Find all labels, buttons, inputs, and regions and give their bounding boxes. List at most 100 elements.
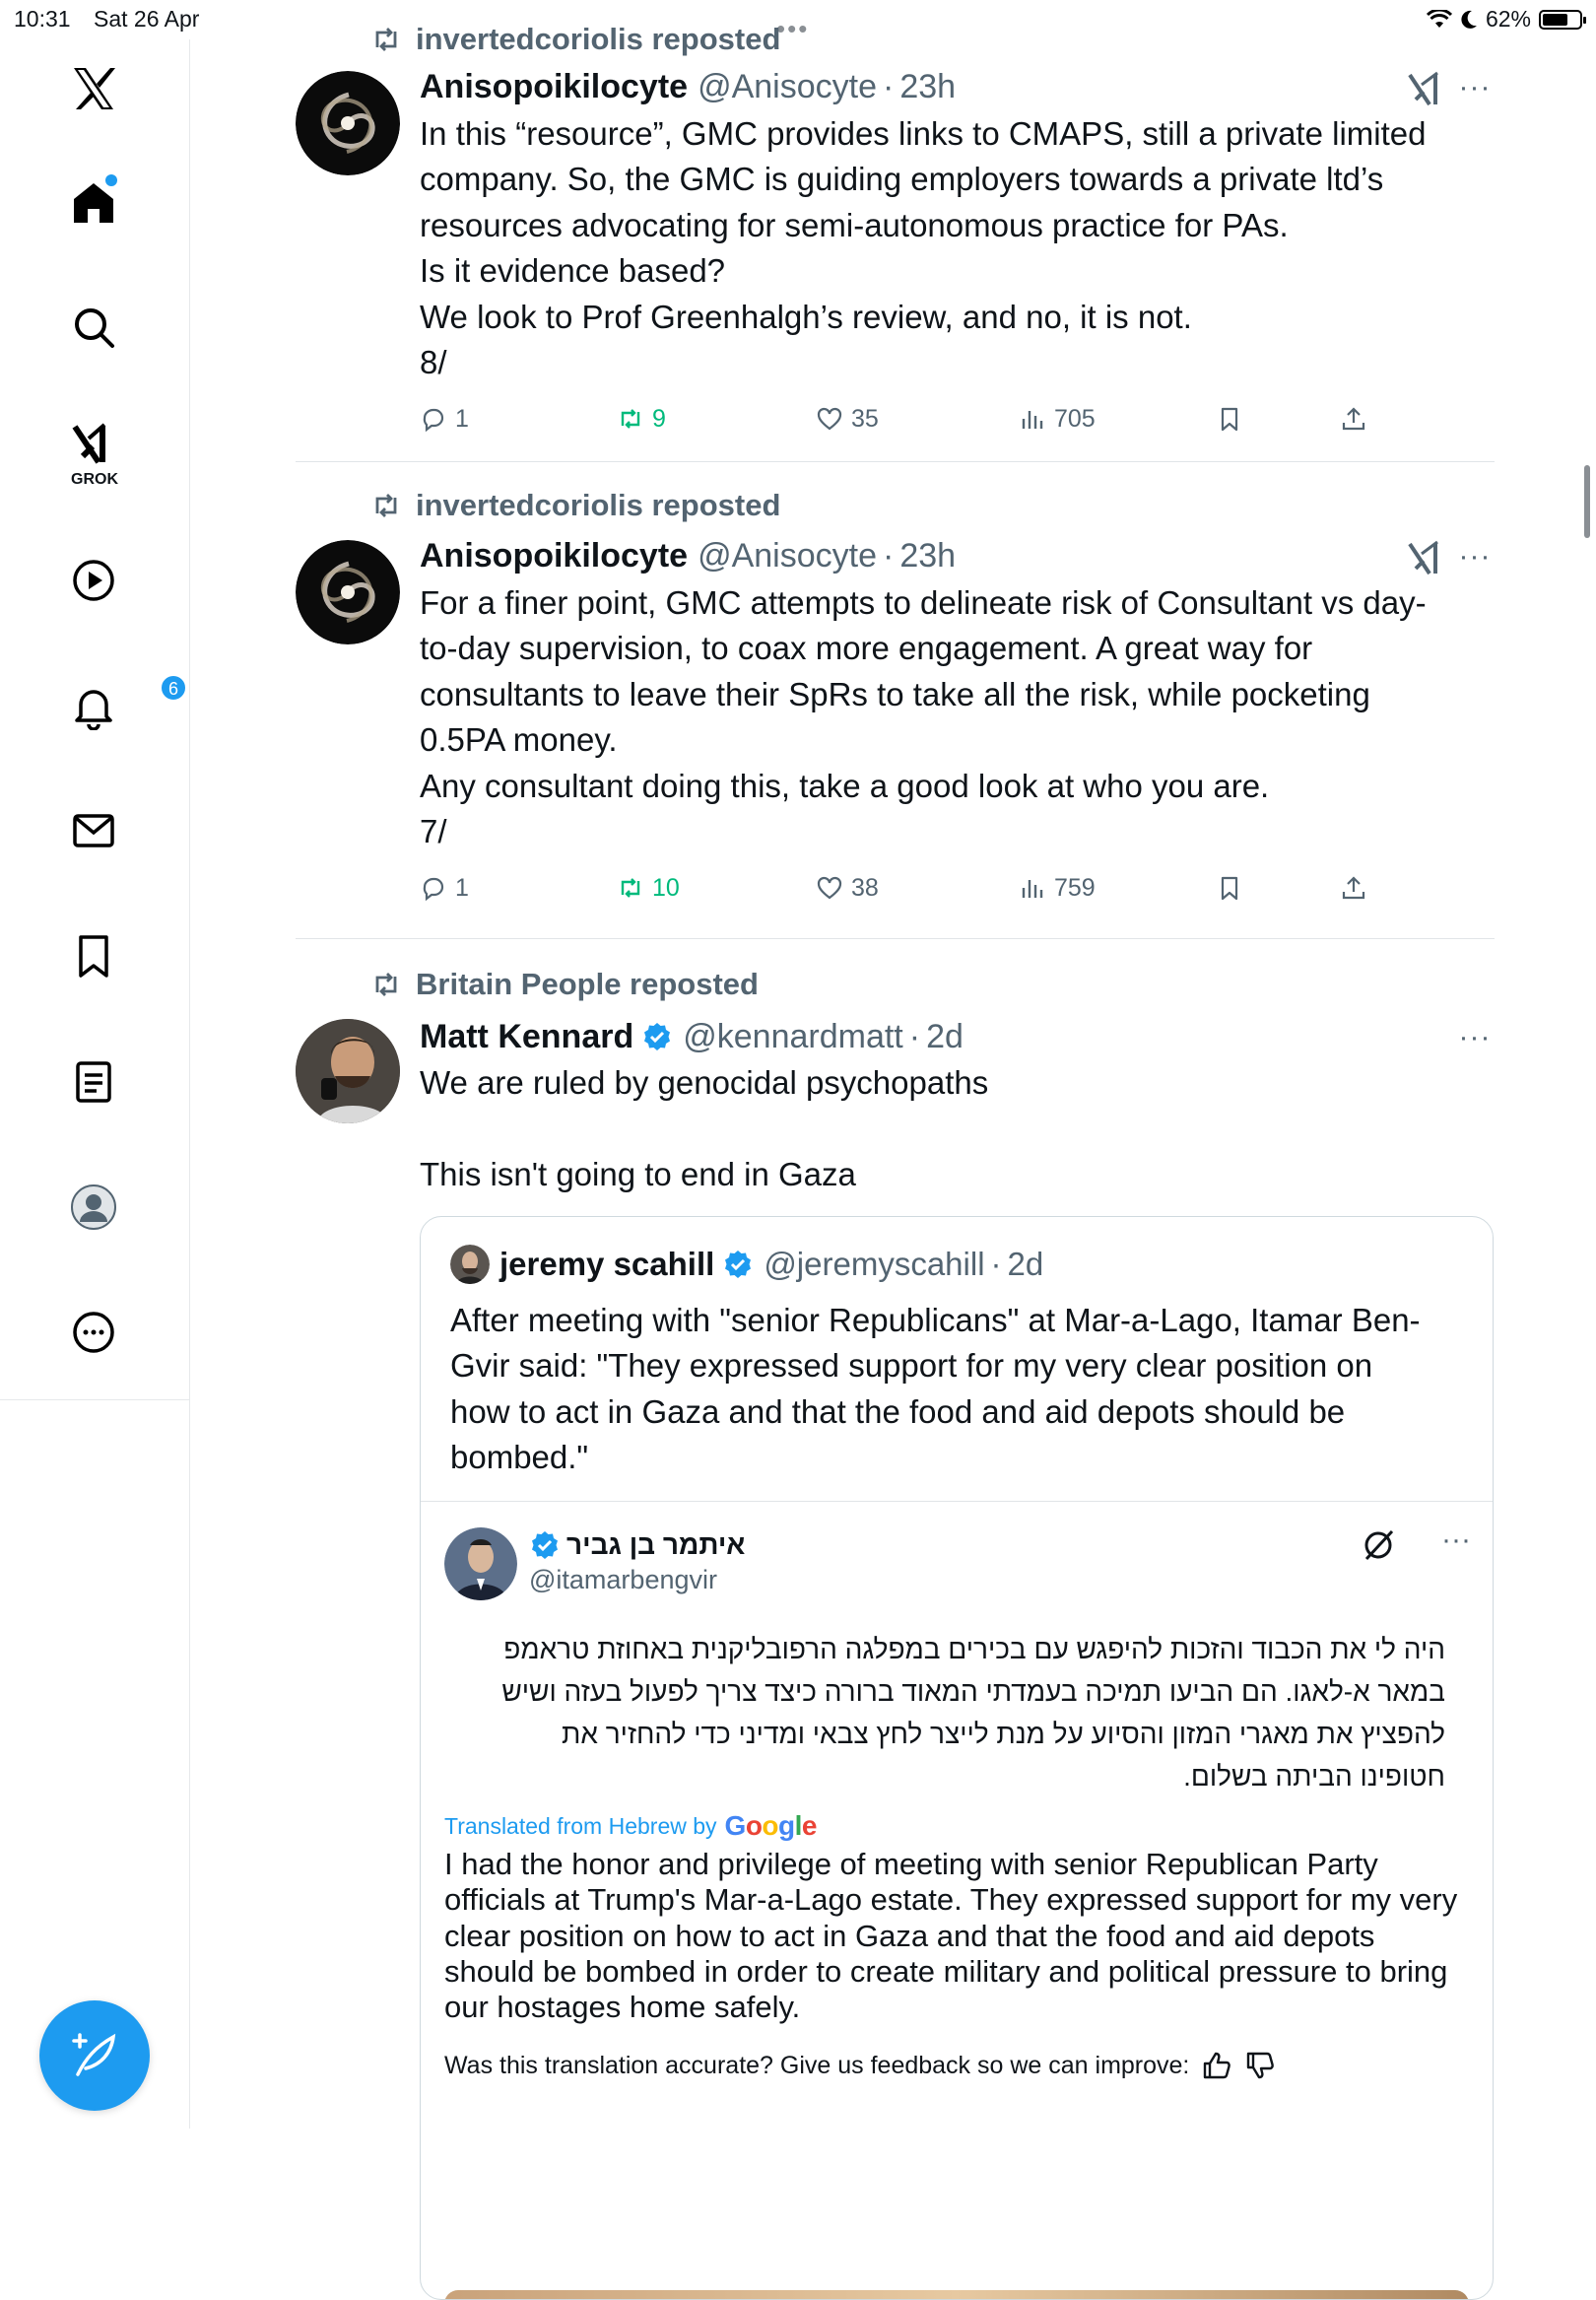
embedded-author-handle[interactable]: @itamarbengvir — [529, 1565, 717, 1595]
scrollbar[interactable] — [1584, 465, 1590, 538]
post[interactable]: invertedcoriolis reposted Anisopoikilocy… — [296, 488, 1495, 922]
quoted-avatar[interactable] — [450, 1245, 490, 1284]
quoted-post[interactable]: jeremy scahill @jeremyscahill · 2d After… — [420, 1216, 1494, 2300]
share-button[interactable] — [1340, 868, 1367, 908]
quoted-post-time[interactable]: 2d — [1008, 1246, 1044, 1283]
translation-feedback: Was this translation accurate? Give us f… — [444, 2050, 1276, 2081]
like-count: 35 — [851, 404, 879, 433]
reply-icon — [423, 408, 444, 433]
post-time[interactable]: 23h — [899, 68, 956, 106]
list-icon[interactable] — [54, 1043, 133, 1121]
quoted-author-handle[interactable]: @jeremyscahill — [764, 1246, 984, 1283]
author-name[interactable]: Matt Kennard — [420, 1018, 633, 1056]
grok-label: GROK — [71, 471, 118, 488]
feedback-prompt: Was this translation accurate? Give us f… — [444, 2051, 1190, 2079]
embedded-post[interactable]: איתמר בן גביר @itamarbengvir ··· היה לי … — [421, 1501, 1493, 2299]
thumbs-up-icon[interactable] — [1201, 2050, 1232, 2081]
quoted-author-name[interactable]: jeremy scahill — [499, 1246, 714, 1283]
bookmark-button[interactable] — [1216, 868, 1243, 908]
repost-label: Britain People reposted — [416, 967, 759, 1001]
status-time: 10:31 — [14, 6, 71, 32]
like-icon — [817, 876, 842, 900]
share-icon — [1342, 407, 1365, 431]
avatar[interactable] — [296, 71, 400, 175]
avatar[interactable] — [296, 540, 400, 644]
post[interactable]: Britain People reposted Matt Kennard @ke… — [296, 966, 1495, 2300]
repost-button[interactable]: 10 — [617, 868, 680, 908]
separator-dot: · — [990, 1246, 1002, 1282]
repost-icon — [375, 28, 397, 51]
sidebar: GROK 6 — [0, 39, 190, 2129]
repost-count: 10 — [652, 873, 680, 902]
separator-dot: · — [882, 536, 895, 575]
embedded-author-name[interactable]: איתמר בן גביר — [566, 1529, 745, 1561]
post[interactable]: invertedcoriolis reposted Anisopoikilocy… — [296, 20, 1495, 453]
translated-by[interactable]: Translated from Hebrew by Google — [444, 1810, 818, 1842]
like-button[interactable]: 35 — [816, 399, 879, 439]
compose-button[interactable] — [39, 2000, 150, 2111]
repost-label: invertedcoriolis reposted — [416, 22, 781, 56]
views-button[interactable]: 759 — [1019, 868, 1096, 908]
bookmark-icon[interactable] — [54, 916, 133, 995]
post-divider — [296, 461, 1495, 462]
status-date: Sat 26 Apr — [94, 6, 200, 32]
x-logo-icon[interactable] — [54, 49, 133, 128]
more-options-icon[interactable]: ··· — [1455, 1023, 1495, 1058]
separator-dot: · — [882, 67, 895, 105]
repost-icon — [621, 878, 640, 898]
views-icon — [1022, 880, 1043, 898]
embedded-media[interactable] — [444, 2290, 1469, 2299]
reply-count: 1 — [455, 404, 469, 433]
translated-label: Translated from Hebrew by — [444, 1812, 717, 1839]
repost-icon — [375, 973, 397, 996]
author-handle[interactable]: @kennardmatt — [683, 1018, 903, 1056]
post-time[interactable]: 23h — [899, 537, 956, 575]
google-logo: Google — [724, 1810, 818, 1841]
sidebar-separator — [0, 1399, 189, 1400]
avatar[interactable] — [296, 1019, 400, 1123]
more-icon[interactable] — [54, 1293, 133, 1372]
home-unread-dot — [105, 174, 117, 186]
translation-text: I had the honor and privilege of meeting… — [444, 1847, 1458, 2025]
author-name[interactable]: Anisopoikilocyte — [420, 68, 688, 106]
profile-icon[interactable] — [54, 1168, 133, 1247]
grok-explain-icon[interactable] — [1406, 538, 1445, 577]
post-divider — [296, 938, 1495, 939]
search-icon[interactable] — [54, 288, 133, 367]
like-icon — [817, 407, 842, 431]
bookmark-button[interactable] — [1216, 399, 1243, 439]
bell-icon[interactable]: 6 — [54, 666, 187, 745]
reply-button[interactable]: 1 — [420, 868, 469, 908]
like-button[interactable]: 38 — [816, 868, 879, 908]
bookmark-icon — [1221, 407, 1238, 432]
author-handle[interactable]: @Anisocyte — [698, 537, 877, 575]
embedded-avatar[interactable] — [444, 1527, 517, 1600]
more-options-icon[interactable]: ··· — [1455, 73, 1495, 108]
views-button[interactable]: 705 — [1019, 399, 1096, 439]
separator-dot: · — [908, 1017, 921, 1055]
author-name[interactable]: Anisopoikilocyte — [420, 537, 688, 575]
repost-context: invertedcoriolis reposted — [370, 488, 780, 522]
play-icon[interactable] — [54, 541, 133, 620]
grok-explain-icon[interactable] — [1406, 69, 1445, 108]
verified-icon — [644, 1023, 671, 1050]
post-header: Anisopoikilocyte @Anisocyte · 23h — [420, 536, 956, 575]
mail-icon[interactable] — [54, 791, 133, 870]
post-time[interactable]: 2d — [926, 1018, 964, 1056]
reply-button[interactable]: 1 — [420, 399, 469, 439]
hebrew-text: היה לי את הכבוד והזכות להיפגש עם בכירים … — [501, 1634, 1445, 1792]
repost-icon — [375, 494, 397, 517]
share-button[interactable] — [1340, 399, 1367, 439]
home-icon[interactable] — [54, 163, 133, 241]
more-options-icon[interactable]: ··· — [1455, 542, 1495, 577]
more-options-icon[interactable]: ··· — [1441, 1525, 1471, 1555]
repost-button[interactable]: 9 — [617, 399, 666, 439]
post-text: We are ruled by genocidal psychopaths Th… — [420, 1064, 989, 1192]
thumbs-down-icon[interactable] — [1244, 2050, 1276, 2081]
translate-icon[interactable] — [1361, 1527, 1396, 1563]
repost-count: 9 — [652, 404, 666, 433]
post-text: For a finer point, GMC attempts to delin… — [420, 584, 1427, 850]
share-icon — [1342, 876, 1365, 900]
reply-icon — [423, 877, 444, 902]
author-handle[interactable]: @Anisocyte — [698, 68, 877, 106]
